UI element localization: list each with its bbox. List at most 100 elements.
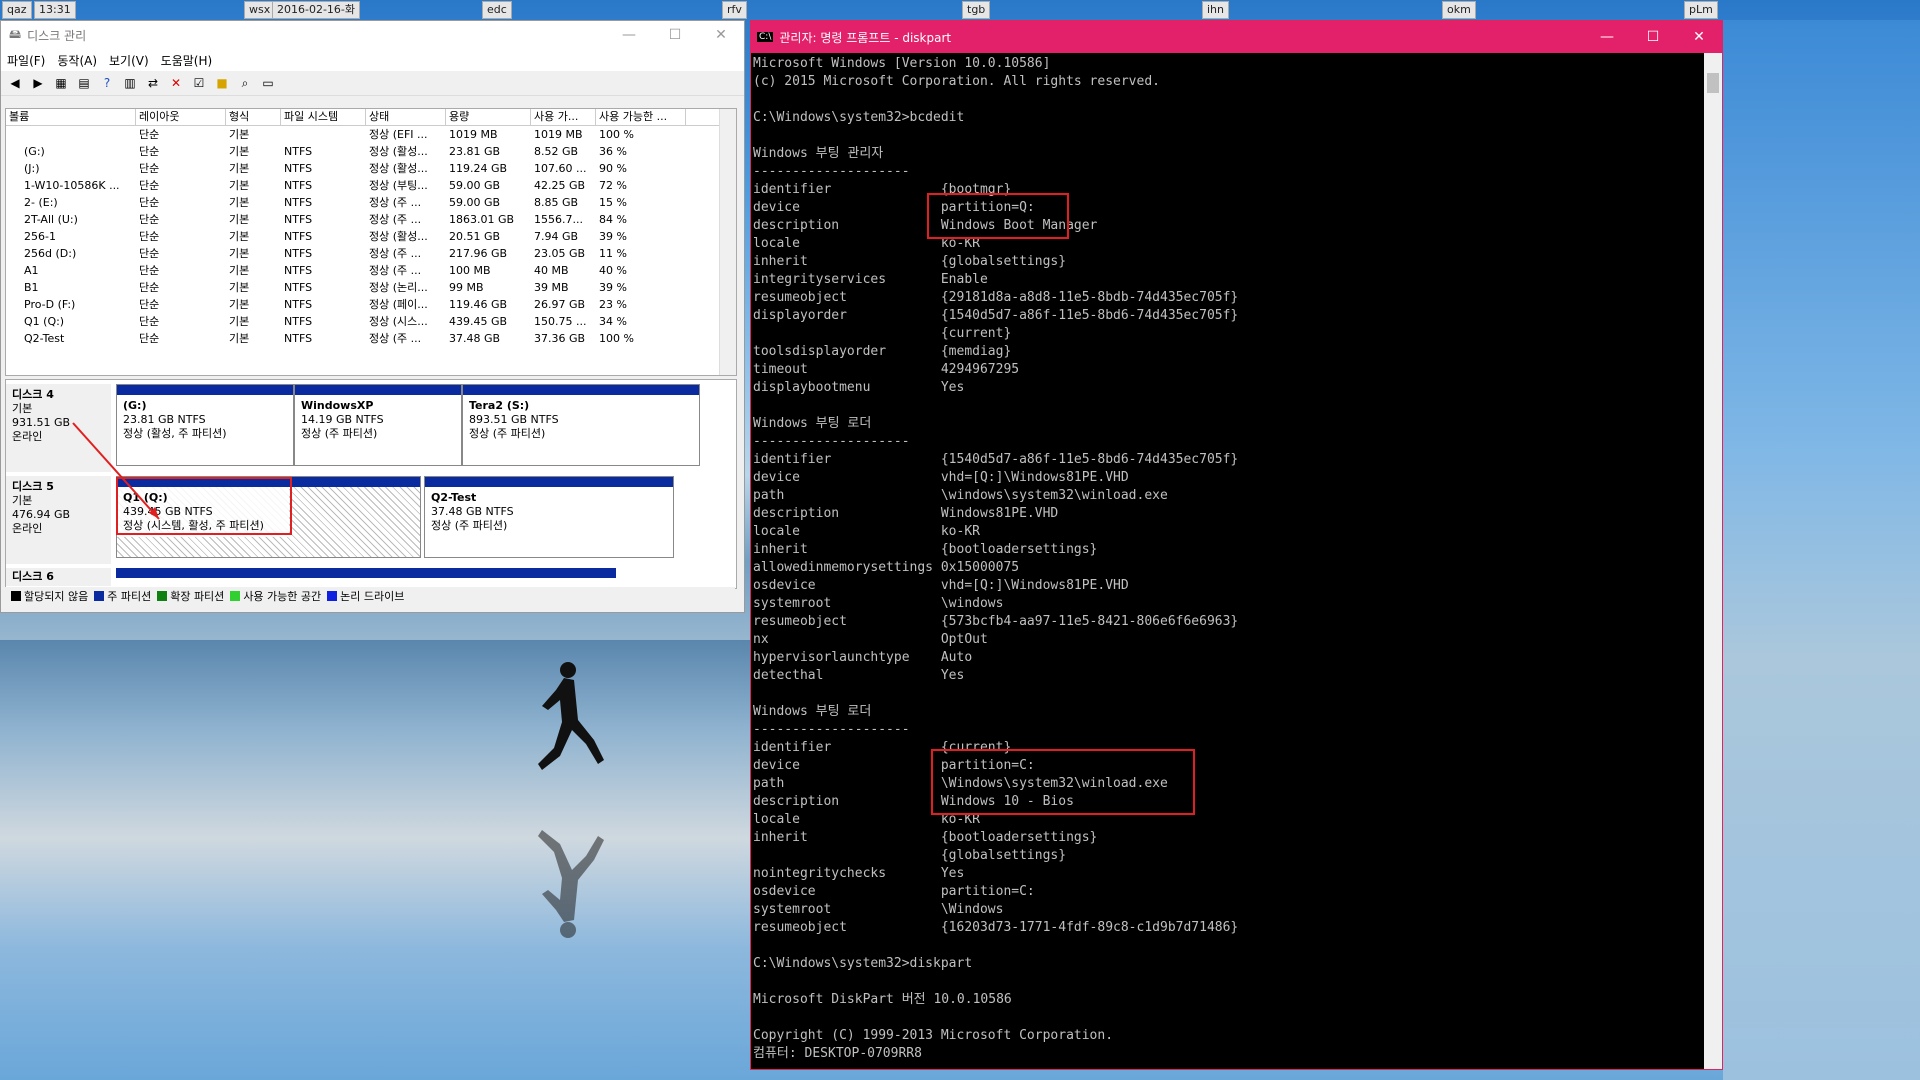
- cmd-icon: C:\: [757, 32, 774, 42]
- hotkey-label[interactable]: tgb: [962, 1, 991, 19]
- minimize-button[interactable]: —: [606, 27, 652, 43]
- table-row[interactable]: 2T-All (U:) 단순 기본 NTFS 정상 (주 ... 1863.01 GB 15…: [6, 211, 736, 228]
- column-header[interactable]: 사용 가능한 ...: [596, 109, 686, 125]
- table-row[interactable]: 256d (D:) 단순 기본 NTFS 정상 (주 ... 217.96 GB 23.05…: [6, 245, 736, 262]
- column-header[interactable]: 상태: [366, 109, 446, 125]
- search-icon[interactable]: ⌕: [235, 74, 255, 92]
- table-cell: 단순: [139, 145, 160, 158]
- hotkey-label[interactable]: rfv: [722, 1, 747, 19]
- table-cell: 59.00 GB: [449, 179, 501, 192]
- hotkey-label[interactable]: ihn: [1202, 1, 1229, 19]
- table-row[interactable]: A1 단순 기본 NTFS 정상 (주 ... 100 MB 40 MB 40 %: [6, 262, 736, 279]
- console-line: locale ko-KR: [753, 812, 980, 827]
- console-line: resumeobject {16203d73-1771-4fdf-89c8-c1…: [753, 920, 1239, 935]
- table-cell: 256d (D:): [24, 247, 77, 260]
- partition[interactable]: Tera2 (S:) 893.51 GB NTFS 정상 (주 파티션): [462, 384, 700, 466]
- table-cell: 37.48 GB: [449, 332, 501, 345]
- title-bar[interactable]: C:\ 관리자: 명령 프롬프트 - diskpart — ☐ ✕: [751, 21, 1722, 53]
- table-cell: 정상 (주 ...: [369, 196, 422, 209]
- column-header[interactable]: 파일 시스템: [281, 109, 366, 125]
- forward-arrow-icon[interactable]: ▶: [28, 74, 48, 92]
- window-title: 관리자: 명령 프롬프트 - diskpart: [779, 30, 952, 45]
- table-cell: 단순: [139, 128, 160, 141]
- hotkey-label[interactable]: qaz: [2, 1, 32, 19]
- table-cell: A1: [24, 264, 39, 277]
- table-cell: 39 %: [599, 281, 627, 294]
- hotkey-label[interactable]: pLm: [1684, 1, 1718, 19]
- console-line: 컴퓨터: DESKTOP-0709RR8: [753, 1046, 922, 1061]
- delete-icon[interactable]: ✕: [166, 74, 186, 92]
- hotkey-label[interactable]: okm: [1442, 1, 1476, 19]
- disk-icon[interactable]: ▭: [258, 74, 278, 92]
- back-arrow-icon[interactable]: ◀: [5, 74, 25, 92]
- table-row[interactable]: 1-W10-10586K ... 단순 기본 NTFS 정상 (부팅... 59.00 G…: [6, 177, 736, 194]
- minimize-button[interactable]: —: [1584, 29, 1630, 45]
- console-line: description Windows Boot Manager: [753, 218, 1098, 233]
- list-view-icon[interactable]: ▥: [120, 74, 140, 92]
- hotkey-label[interactable]: wsx: [244, 1, 276, 19]
- help-icon[interactable]: ?: [97, 74, 117, 92]
- menu-view[interactable]: 보기(V): [109, 52, 149, 69]
- connect-drive-icon[interactable]: ⇄: [143, 74, 163, 92]
- disk-6-row: 디스크 6: [6, 568, 720, 586]
- menu-help[interactable]: 도움말(H): [161, 52, 213, 69]
- menu-bar: 파일(F) 동작(A) 보기(V) 도움말(H): [1, 49, 744, 71]
- toolbar: ◀ ▶ ▦ ▤ ? ▥ ⇄ ✕ ☑ ■ ⌕ ▭: [1, 71, 744, 96]
- table-row[interactable]: (G:) 단순 기본 NTFS 정상 (활성... 23.81 GB 8.52 GB 36 %: [6, 143, 736, 160]
- column-header[interactable]: 형식: [226, 109, 281, 125]
- console-line: nx OptOut: [753, 632, 988, 647]
- table-row[interactable]: Pro-D (F:) 단순 기본 NTFS 정상 (페이... 119.46 GB 26.9…: [6, 296, 736, 313]
- console-tree-icon[interactable]: ▦: [51, 74, 71, 92]
- disk-mgmt-icon: 🖴: [9, 26, 22, 41]
- table-row[interactable]: (J:) 단순 기본 NTFS 정상 (활성... 119.24 GB 107.60 ...…: [6, 160, 736, 177]
- volume-list-scrollbar[interactable]: [719, 109, 736, 375]
- properties-icon[interactable]: ▤: [74, 74, 94, 92]
- folder-icon[interactable]: ■: [212, 74, 232, 92]
- annotation-box: [927, 193, 1069, 239]
- column-header[interactable]: 볼륨: [6, 109, 136, 125]
- partition[interactable]: [116, 568, 616, 578]
- table-cell: 20.51 GB: [449, 230, 501, 243]
- close-button[interactable]: ✕: [1676, 29, 1722, 45]
- partition[interactable]: Q2-Test 37.48 GB NTFS 정상 (주 파티션): [424, 476, 674, 558]
- table-cell: 단순: [139, 213, 160, 226]
- hotkey-label[interactable]: edc: [482, 1, 512, 19]
- disk-state: 온라인: [12, 430, 43, 443]
- disk-info[interactable]: 디스크 6: [6, 568, 111, 586]
- table-row[interactable]: Q2-Test 단순 기본 NTFS 정상 (주 ... 37.48 GB 37.36 GB…: [6, 330, 736, 347]
- menu-file[interactable]: 파일(F): [7, 52, 45, 69]
- menu-action[interactable]: 동작(A): [57, 52, 97, 69]
- column-header[interactable]: 사용 가...: [531, 109, 596, 125]
- console-output[interactable]: Microsoft Windows [Version 10.0.10586] (c…: [753, 55, 1703, 1065]
- table-row[interactable]: 2- (E:) 단순 기본 NTFS 정상 (주 ... 59.00 GB 8.85 GB 1…: [6, 194, 736, 211]
- maximize-button[interactable]: ☐: [652, 27, 698, 43]
- disk-name: 디스크 6: [12, 570, 54, 583]
- table-cell: 256-1: [24, 230, 56, 243]
- console-line: locale ko-KR: [753, 236, 980, 251]
- table-cell: NTFS: [284, 145, 313, 158]
- table-cell: 정상 (주 ...: [369, 264, 422, 277]
- partition[interactable]: WindowsXP 14.19 GB NTFS 정상 (주 파티션): [294, 384, 462, 466]
- column-header[interactable]: 용량: [446, 109, 531, 125]
- table-cell: NTFS: [284, 315, 313, 328]
- title-bar[interactable]: 🖴 디스크 관리 — ☐ ✕: [1, 21, 744, 49]
- table-cell: 단순: [139, 247, 160, 260]
- table-cell: 42.25 GB: [534, 179, 586, 192]
- table-row[interactable]: B1 단순 기본 NTFS 정상 (논리... 99 MB 39 MB 39 %: [6, 279, 736, 296]
- table-row[interactable]: 단순 기본 정상 (EFI ... 1019 MB 1019 MB 100 %: [6, 126, 736, 143]
- table-cell: 단순: [139, 315, 160, 328]
- check-icon[interactable]: ☑: [189, 74, 209, 92]
- console-line: device partition=C:: [753, 758, 1035, 773]
- column-header[interactable]: 레이아웃: [136, 109, 226, 125]
- cmd-scrollbar[interactable]: [1704, 53, 1722, 1069]
- table-cell: NTFS: [284, 162, 313, 175]
- maximize-button[interactable]: ☐: [1630, 29, 1676, 45]
- table-cell: 1556.7...: [534, 213, 583, 226]
- close-button[interactable]: ✕: [698, 27, 744, 43]
- table-cell: 정상 (EFI ...: [369, 128, 428, 141]
- console-line: --------------------: [753, 722, 910, 737]
- table-row[interactable]: Q1 (Q:) 단순 기본 NTFS 정상 (시스... 439.45 GB 150.75 …: [6, 313, 736, 330]
- table-row[interactable]: 256-1 단순 기본 NTFS 정상 (활성... 20.51 GB 7.94 GB 39 …: [6, 228, 736, 245]
